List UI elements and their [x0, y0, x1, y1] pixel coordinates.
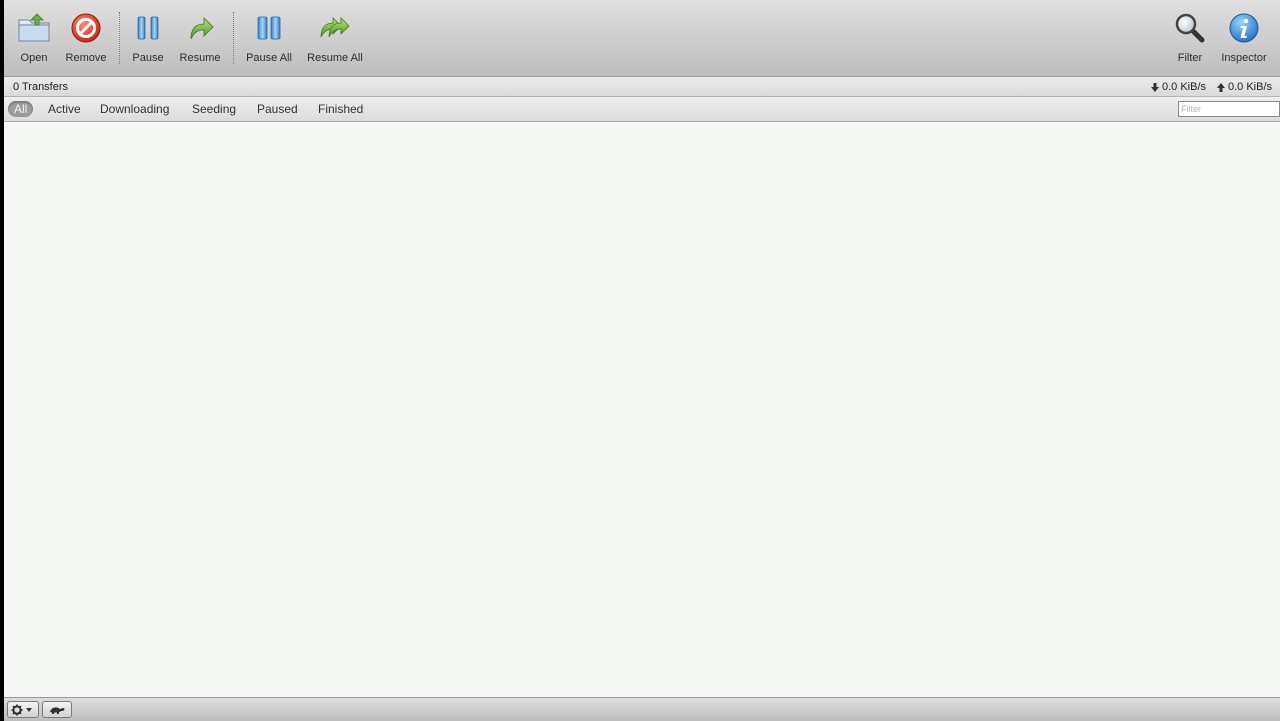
pause-icon: [130, 10, 166, 46]
filter-tab-seeding[interactable]: Seeding: [192, 102, 236, 116]
toolbar-separator: [233, 12, 234, 64]
resume-button[interactable]: Resume: [179, 10, 221, 64]
inspector-button[interactable]: Inspector: [1218, 10, 1270, 64]
filter-tab-all[interactable]: All: [8, 101, 34, 117]
resume-all-button[interactable]: Resume All: [305, 10, 365, 64]
filter-label: Filter: [1177, 52, 1203, 64]
upload-speed-value: 0.0 KiB/s: [1228, 81, 1273, 93]
gear-icon: [11, 704, 32, 715]
pause-label: Pause: [132, 52, 164, 64]
transfer-count: 0 Transfers: [13, 81, 69, 93]
filter-tab-paused[interactable]: Paused: [257, 102, 298, 116]
chevron-down-icon: [26, 707, 32, 712]
remove-button[interactable]: Remove: [65, 10, 107, 64]
download-speed-value: 0.0 KiB/s: [1162, 81, 1207, 93]
filter-tab-finished[interactable]: Finished: [318, 102, 363, 116]
filter-bar: All Active Downloading Seeding Paused Fi…: [4, 97, 1280, 122]
inspector-label: Inspector: [1221, 52, 1267, 64]
info-icon: [1226, 10, 1262, 46]
status-bar: 0 Transfers 0.0 KiB/s 0.0 KiB/s: [4, 77, 1280, 97]
upload-arrow-icon: [1217, 82, 1225, 92]
folder-open-icon: [16, 10, 52, 46]
settings-menu-button[interactable]: [7, 701, 39, 718]
open-label: Open: [20, 52, 48, 64]
resume-icon: [182, 10, 218, 46]
transmission-window: Open Remove Pause Resume Pause All Resum…: [4, 0, 1280, 721]
bottom-bar: [4, 697, 1280, 721]
main-toolbar: Open Remove Pause Resume Pause All Resum…: [4, 0, 1280, 77]
remove-icon: [68, 10, 104, 46]
download-speed: 0.0 KiB/s: [1151, 81, 1206, 93]
pause-button[interactable]: Pause: [130, 10, 166, 64]
filter-toggle-button[interactable]: Filter: [1170, 10, 1210, 64]
resume-all-icon: [317, 10, 353, 46]
filter-tab-active[interactable]: Active: [48, 102, 81, 116]
turtle-icon: [50, 706, 65, 714]
resume-all-label: Resume All: [307, 52, 363, 64]
toolbar-separator: [119, 12, 120, 64]
download-arrow-icon: [1151, 82, 1159, 92]
magnifier-icon: [1172, 10, 1208, 46]
pause-all-icon: [251, 10, 287, 46]
open-button[interactable]: Open: [16, 10, 52, 64]
pause-all-button[interactable]: Pause All: [244, 10, 294, 64]
resume-label: Resume: [179, 52, 221, 64]
filter-tab-downloading[interactable]: Downloading: [100, 102, 169, 116]
transfer-list[interactable]: [4, 122, 1280, 697]
alt-speed-button[interactable]: [42, 701, 72, 718]
pause-all-label: Pause All: [246, 52, 292, 64]
filter-input[interactable]: [1178, 101, 1280, 117]
remove-label: Remove: [65, 52, 107, 64]
upload-speed: 0.0 KiB/s: [1217, 81, 1272, 93]
